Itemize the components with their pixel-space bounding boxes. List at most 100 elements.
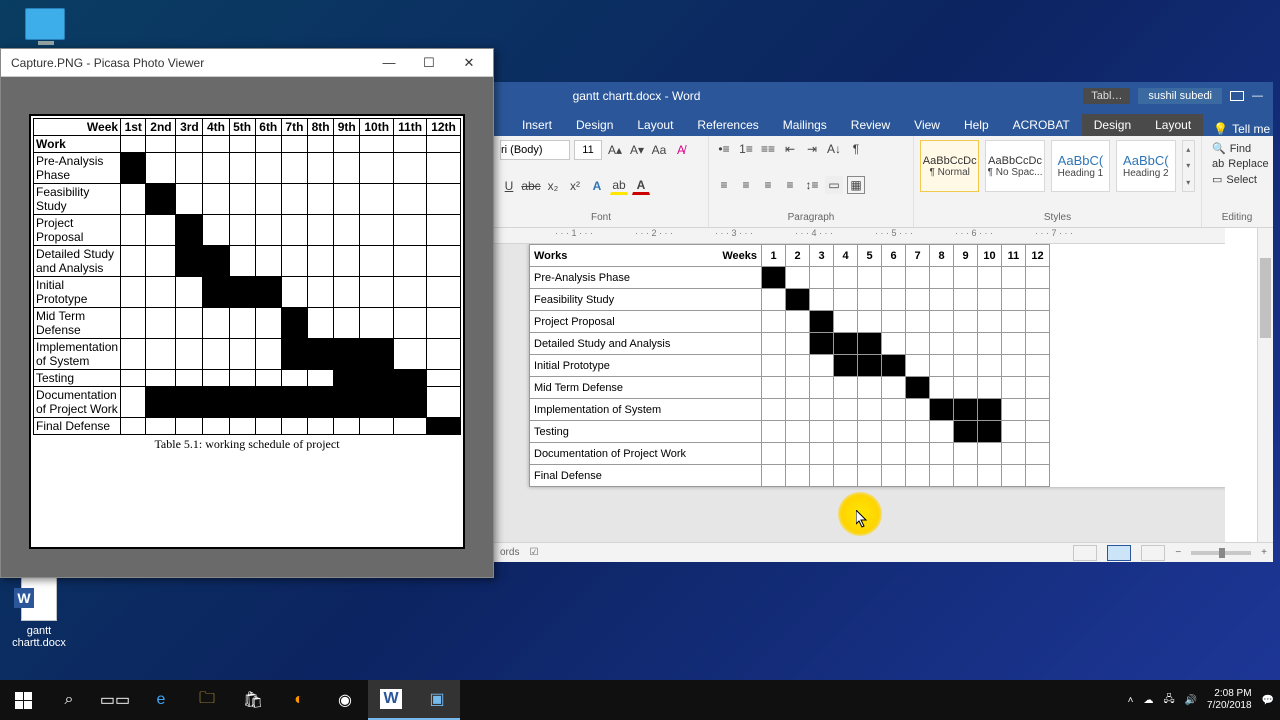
cell[interactable] (906, 355, 930, 377)
cell[interactable] (1026, 355, 1050, 377)
table-row[interactable]: Mid Term Defense (34, 308, 461, 339)
align-right-icon[interactable]: ≡ (759, 176, 777, 194)
sort-icon[interactable]: A↓ (825, 140, 843, 158)
cell[interactable] (176, 339, 203, 370)
tray-clock[interactable]: 2:08 PM 7/20/2018 (1207, 688, 1252, 712)
cell[interactable] (978, 355, 1002, 377)
cell[interactable] (1002, 355, 1026, 377)
cell[interactable] (978, 465, 1002, 487)
cell[interactable] (1002, 465, 1026, 487)
tab-table-layout[interactable]: Layout (1143, 114, 1203, 136)
cell[interactable] (834, 289, 858, 311)
desktop-icon-gantt-docx[interactable]: gantt chartt.docx (4, 575, 74, 649)
taskbar-word[interactable]: W (368, 680, 414, 720)
cell[interactable] (121, 370, 146, 387)
cell[interactable] (146, 153, 176, 184)
cell[interactable] (394, 418, 427, 435)
cell[interactable] (229, 184, 255, 215)
cell[interactable] (121, 246, 146, 277)
cell[interactable] (394, 246, 427, 277)
cell[interactable] (229, 215, 255, 246)
cell[interactable] (906, 465, 930, 487)
cell[interactable] (978, 399, 1002, 421)
cell[interactable] (1026, 289, 1050, 311)
document-area[interactable]: WorksWeeks123456789101112Pre-Analysis Ph… (494, 244, 1225, 542)
cell[interactable] (954, 465, 978, 487)
strike-icon[interactable]: abc (522, 177, 540, 195)
dec-indent-icon[interactable]: ⇤ (781, 140, 799, 158)
cell[interactable] (954, 289, 978, 311)
table-row[interactable]: Testing (34, 370, 461, 387)
table-row[interactable]: Testing (530, 421, 1050, 443)
cell[interactable] (786, 443, 810, 465)
cell[interactable] (255, 277, 281, 308)
cell[interactable] (281, 370, 307, 387)
cell[interactable] (858, 267, 882, 289)
cell[interactable] (334, 215, 360, 246)
tray-volume-icon[interactable]: 🔊 (1185, 695, 1197, 706)
table-row[interactable]: Pre-Analysis Phase (530, 267, 1050, 289)
tab-review[interactable]: Review (839, 114, 902, 136)
cell[interactable] (930, 355, 954, 377)
cell[interactable] (255, 246, 281, 277)
cell[interactable] (1002, 399, 1026, 421)
zoom-slider[interactable] (1191, 551, 1251, 555)
picasa-titlebar[interactable]: Capture.PNG - Picasa Photo Viewer — ☐ ✕ (1, 49, 493, 77)
cell[interactable] (360, 184, 394, 215)
cell[interactable] (146, 184, 176, 215)
cell[interactable] (360, 418, 394, 435)
cell[interactable] (762, 289, 786, 311)
cell[interactable] (427, 339, 461, 370)
cell[interactable] (906, 311, 930, 333)
cell[interactable] (858, 421, 882, 443)
underline-icon[interactable]: U (500, 177, 518, 195)
tell-me-input[interactable]: 💡Tell me (1213, 122, 1270, 136)
cell[interactable] (203, 418, 229, 435)
status-proof-icon[interactable]: ☑ (529, 547, 538, 558)
cell[interactable] (394, 387, 427, 418)
cell[interactable] (1002, 443, 1026, 465)
cell[interactable] (882, 465, 906, 487)
cell[interactable] (360, 246, 394, 277)
cell[interactable] (394, 339, 427, 370)
cell[interactable] (762, 311, 786, 333)
cell[interactable] (281, 215, 307, 246)
cell[interactable] (394, 215, 427, 246)
styles-more-button[interactable]: ▴▾▾ (1182, 140, 1195, 192)
cell[interactable] (930, 377, 954, 399)
cell[interactable] (255, 339, 281, 370)
cell[interactable] (255, 387, 281, 418)
cell[interactable] (427, 184, 461, 215)
cell[interactable] (954, 311, 978, 333)
cell[interactable] (810, 289, 834, 311)
cell[interactable] (308, 184, 334, 215)
cell[interactable] (308, 153, 334, 184)
cell[interactable] (1026, 421, 1050, 443)
numbering-icon[interactable]: 1≡ (737, 140, 755, 158)
cell[interactable] (281, 387, 307, 418)
taskbar-explorer[interactable]: 🗀 (184, 680, 230, 720)
cell[interactable] (954, 333, 978, 355)
cell[interactable] (954, 267, 978, 289)
cell[interactable] (930, 333, 954, 355)
taskbar-picasa[interactable]: ▣ (414, 680, 460, 720)
style--normal[interactable]: AaBbCcDc¶ Normal (920, 140, 979, 192)
tab-insert[interactable]: Insert (510, 114, 564, 136)
cell[interactable] (281, 339, 307, 370)
cell[interactable] (882, 443, 906, 465)
scrollbar-thumb[interactable] (1260, 258, 1271, 338)
cell[interactable] (334, 277, 360, 308)
table-row[interactable]: Initial Prototype (34, 277, 461, 308)
cell[interactable] (762, 465, 786, 487)
cell[interactable] (762, 421, 786, 443)
cell[interactable] (834, 311, 858, 333)
cell[interactable] (360, 277, 394, 308)
cell[interactable] (762, 355, 786, 377)
cell[interactable] (281, 153, 307, 184)
cell[interactable] (1002, 289, 1026, 311)
cell[interactable] (281, 418, 307, 435)
grow-font-icon[interactable]: A▴ (606, 141, 624, 159)
cell[interactable] (229, 246, 255, 277)
table-row[interactable]: Detailed Study and Analysis (530, 333, 1050, 355)
gantt-table-word[interactable]: WorksWeeks123456789101112Pre-Analysis Ph… (529, 244, 1050, 487)
